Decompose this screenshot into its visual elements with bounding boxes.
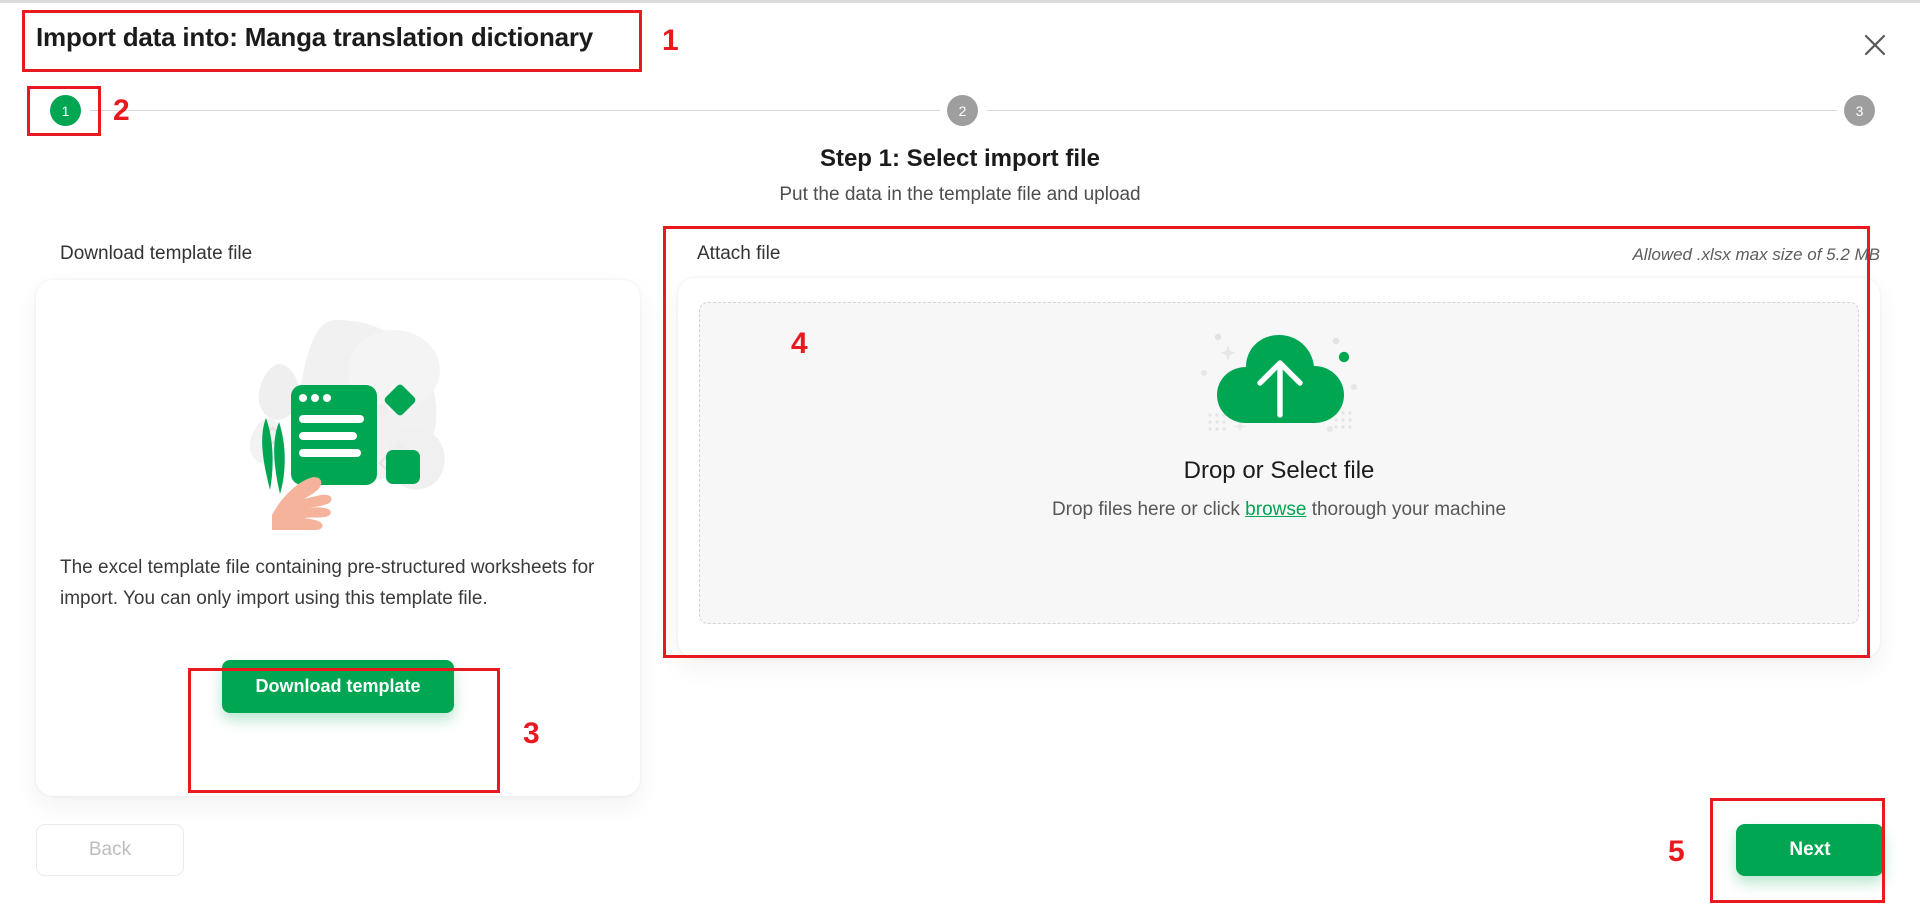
- dropzone-title: Drop or Select file: [1183, 457, 1375, 484]
- download-template-label: Download template file: [60, 243, 253, 264]
- template-description: The excel template file containing pre-s…: [60, 557, 595, 609]
- stepper-connector-2: [987, 110, 1837, 111]
- stepper-connector-1: [90, 110, 940, 111]
- upload-cloud-icon: [1184, 321, 1374, 451]
- attach-file-hint: Allowed .xlsx max size of 5.2 MB: [1632, 245, 1880, 264]
- import-dialog: Import data into: Manga translation dict…: [0, 0, 1920, 916]
- stepper: 1 2 3: [50, 95, 1875, 127]
- close-icon[interactable]: [1858, 28, 1892, 62]
- annotation-label-5: 5: [1668, 835, 1685, 868]
- attach-file-card: Drop or Select file Drop files here or c…: [678, 278, 1880, 658]
- stepper-step-3[interactable]: 3: [1844, 95, 1875, 126]
- download-template-card: The excel template file containing pre-s…: [36, 280, 640, 796]
- annotation-label-1: 1: [662, 24, 679, 57]
- dropzone-text-before: Drop files here or click: [1051, 499, 1246, 520]
- step-heading: Step 1: Select import file: [819, 145, 1101, 172]
- top-divider: [0, 0, 1920, 3]
- back-button[interactable]: Back: [36, 824, 184, 876]
- browse-link[interactable]: browse: [1245, 499, 1306, 520]
- step-subheading: Put the data in the template file and up…: [779, 184, 1141, 205]
- stepper-step-1[interactable]: 1: [50, 95, 81, 126]
- template-document-illustration: [186, 310, 486, 530]
- page-title: Import data into: Manga translation dict…: [36, 22, 594, 52]
- dropzone-text-after: thorough your machine: [1306, 499, 1507, 520]
- download-template-button[interactable]: Download template: [222, 660, 454, 713]
- next-button[interactable]: Next: [1736, 824, 1884, 876]
- attach-file-label: Attach file: [697, 243, 781, 264]
- dropzone-subtitle: Drop files here or click browse thorough…: [1052, 499, 1506, 521]
- stepper-step-2[interactable]: 2: [947, 95, 978, 126]
- file-dropzone[interactable]: Drop or Select file Drop files here or c…: [699, 302, 1859, 624]
